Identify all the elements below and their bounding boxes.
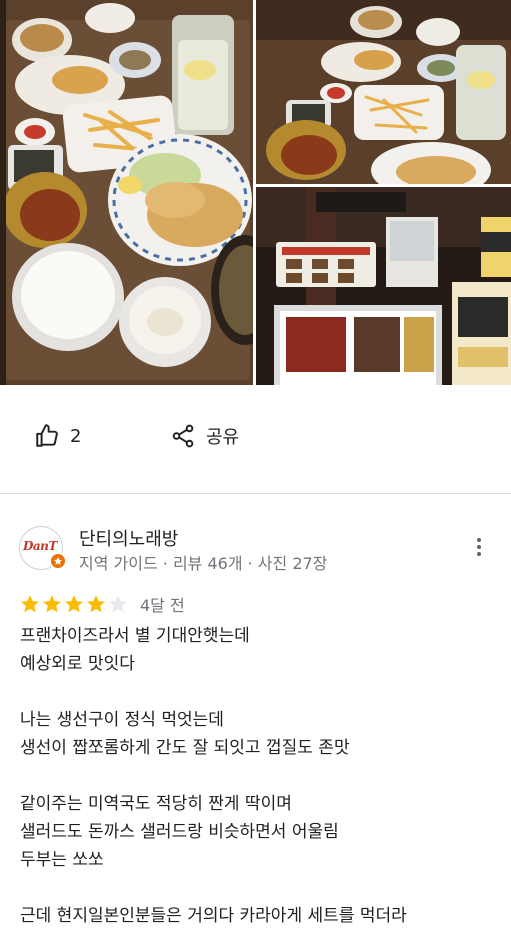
top-right-food-photo[interactable] [256,0,511,184]
review-rating: 4달 전 [19,593,185,615]
thumbs-up-icon [34,423,60,449]
main-food-photo[interactable] [0,0,253,385]
review-line: 예상외로 맛잇다 [20,654,135,674]
star-filled-icon [43,595,61,613]
star-filled-icon [65,595,83,613]
review-line: 같이주는 미역국도 적당히 짠게 딱이며 [20,794,292,814]
like-count: 2 [70,425,82,447]
review-actions: 2 공유 [0,410,511,462]
review-line [20,762,500,790]
avatar-logo-text: DanT [23,539,57,553]
like-button[interactable]: 2 [34,420,81,452]
section-divider [0,493,511,494]
review-line: 샐러드도 돈까스 샐러드랑 비슷하면서 어울림 [20,822,339,842]
avatar[interactable]: DanT [19,526,67,570]
reviewer-name[interactable]: 단티의노래방 [79,525,178,551]
review-line: 프랜차이즈라서 별 기대안햇는데 [20,626,250,646]
share-label: 공유 [206,427,240,448]
star-empty-icon [109,595,127,613]
share-icon [170,423,196,449]
star-filled-icon [87,595,105,613]
reviewer-meta: 지역 가이드 · 리뷰 46개 · 사진 27장 [79,554,328,573]
review-line [20,874,500,902]
review-line: 두부는 쏘쏘 [20,850,104,870]
more-options-button[interactable] [466,536,492,562]
review-text: 프랜차이즈라서 별 기대안햇는데예상외로 맛잇다나는 생선구이 정식 먹엇는데생… [20,622,500,930]
photo-grid [0,0,511,385]
review-time: 4달 전 [140,596,185,615]
share-button[interactable]: 공유 [170,420,239,452]
review-line [20,678,500,706]
review-line: 생선이 짭쪼롬하게 간도 잘 되잇고 껍질도 존맛 [20,738,350,758]
bottom-right-menu-photo[interactable] [256,187,511,385]
star-filled-icon [21,595,39,613]
local-guide-star-icon [49,552,67,570]
review-line: 근데 현지일본인분들은 거의다 카라아게 세트를 먹더라 [20,906,407,926]
star-rating [19,593,129,615]
review-line: 나는 생선구이 정식 먹엇는데 [20,710,224,730]
more-vert-icon [476,537,482,561]
